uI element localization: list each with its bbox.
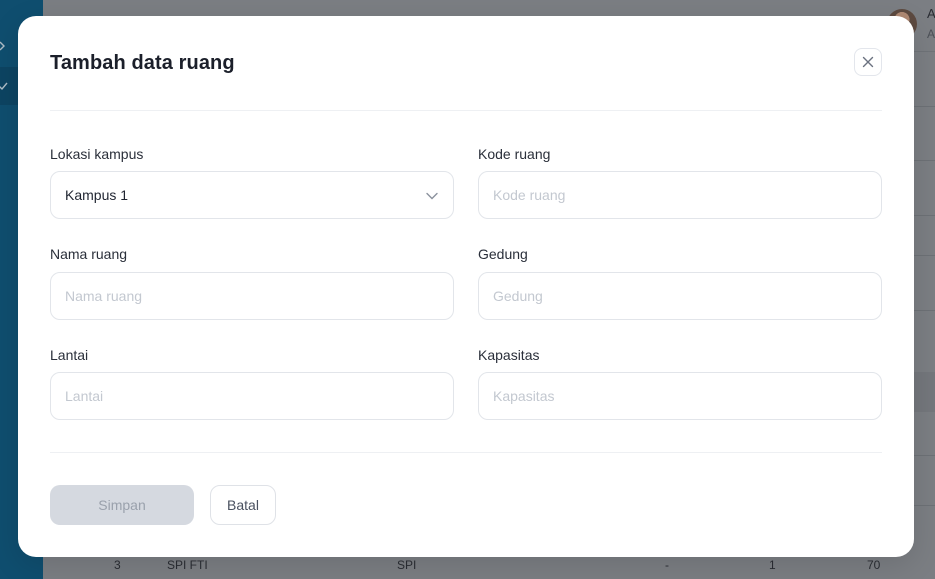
kode-ruang-label: Kode ruang bbox=[478, 146, 551, 162]
gedung-field-wrap bbox=[478, 272, 882, 320]
user-name: A bbox=[927, 6, 935, 21]
gedung-label: Gedung bbox=[478, 246, 528, 262]
cancel-button[interactable]: Batal bbox=[210, 485, 276, 525]
cell-dash: - bbox=[665, 558, 669, 572]
modal-title: Tambah data ruang bbox=[50, 52, 235, 74]
lantai-field-wrap bbox=[50, 372, 454, 420]
kode-ruang-input[interactable] bbox=[479, 172, 881, 218]
chevron-down-icon bbox=[426, 192, 438, 200]
nama-ruang-input[interactable] bbox=[51, 273, 453, 319]
lokasi-kampus-label: Lokasi kampus bbox=[50, 146, 144, 162]
check-icon bbox=[0, 82, 8, 91]
header-divider bbox=[50, 110, 882, 111]
nama-ruang-label: Nama ruang bbox=[50, 246, 128, 262]
cell-floor: 1 bbox=[769, 558, 776, 572]
nama-ruang-field-wrap bbox=[50, 272, 454, 320]
kode-ruang-field-wrap bbox=[478, 171, 882, 219]
cell-capacity: 70 bbox=[867, 558, 881, 572]
lokasi-kampus-select[interactable]: Kampus 1 bbox=[50, 171, 454, 219]
kapasitas-field-wrap bbox=[478, 372, 882, 420]
kapasitas-input[interactable] bbox=[479, 373, 881, 419]
chevron-right-icon bbox=[0, 41, 5, 51]
gedung-input[interactable] bbox=[479, 273, 881, 319]
footer-divider bbox=[50, 452, 882, 453]
close-icon bbox=[862, 56, 874, 68]
lokasi-kampus-value: Kampus 1 bbox=[65, 187, 129, 203]
add-room-modal: Tambah data ruang Lokasi kampus Kampus 1… bbox=[18, 16, 914, 557]
cell-name: SPI FTI bbox=[167, 558, 208, 572]
close-button[interactable] bbox=[854, 48, 882, 76]
cell-no: 3 bbox=[114, 558, 121, 572]
lantai-label: Lantai bbox=[50, 347, 89, 363]
lantai-input[interactable] bbox=[51, 373, 453, 419]
save-button[interactable]: Simpan bbox=[50, 485, 194, 525]
cell-code: SPI bbox=[397, 558, 417, 572]
kapasitas-label: Kapasitas bbox=[478, 347, 540, 363]
user-role: A bbox=[927, 27, 935, 41]
